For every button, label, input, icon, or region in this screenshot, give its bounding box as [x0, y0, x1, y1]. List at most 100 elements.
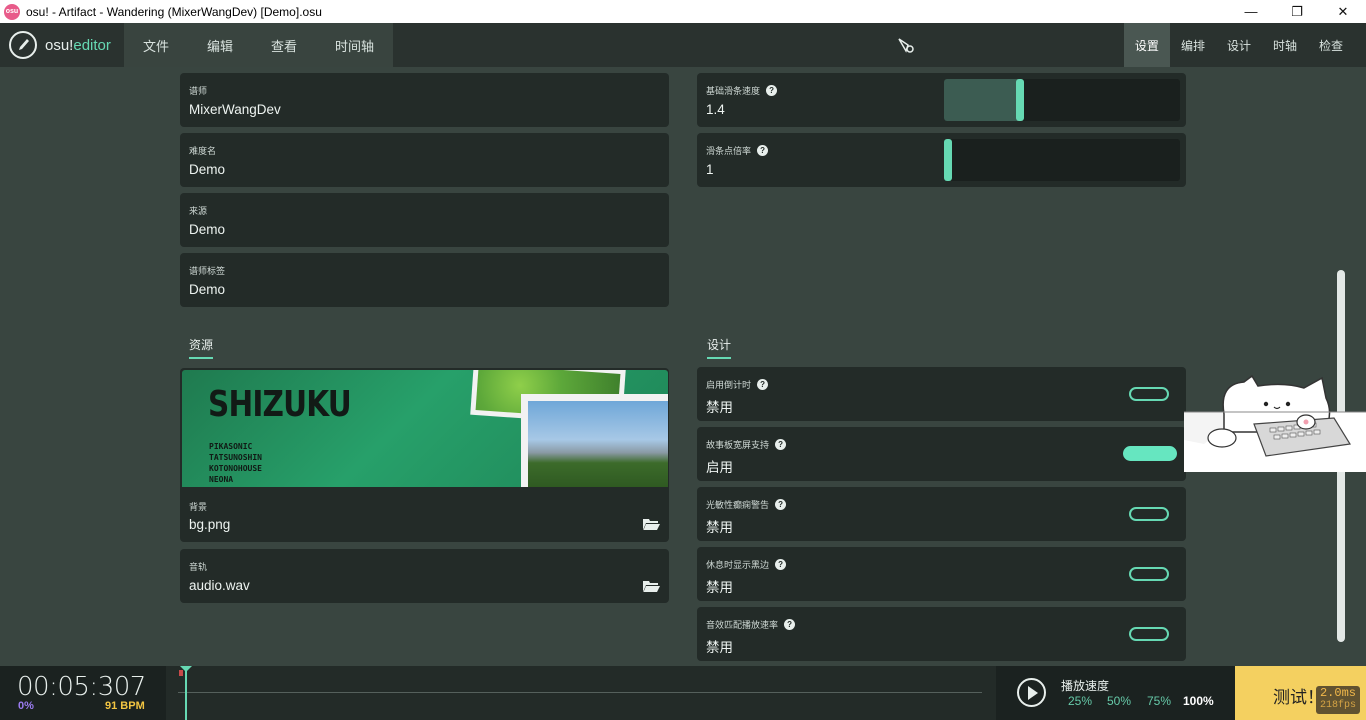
tick-rate-slider[interactable] [944, 139, 1180, 181]
countdown-toggle[interactable] [1129, 387, 1169, 401]
difficulty-name-value[interactable]: Demo [189, 162, 225, 177]
rate-option-100[interactable]: 100% [1183, 694, 1214, 708]
rate-option-50[interactable]: 50% [1107, 694, 1131, 708]
background-label: 背景 [189, 502, 208, 512]
tags-field[interactable]: 谱师标签 Demo [180, 253, 669, 307]
widescreen-toggle[interactable] [1123, 446, 1177, 461]
epilepsy-label: 光敏性癫痫警告 [706, 500, 770, 510]
maximize-button[interactable]: ❐ [1274, 0, 1320, 23]
slider-velocity-field: 基础滑条速度? 1.4 [697, 73, 1186, 127]
help-icon[interactable]: ? [775, 559, 787, 570]
tags-value[interactable]: Demo [189, 282, 225, 297]
playback-controls: 播放速度 25% 50% 75% 100% [996, 666, 1235, 720]
mode-tabs: 设置 编排 设计 时轴 检查 [1123, 23, 1354, 67]
cursor-icon [898, 38, 914, 53]
tab-timing[interactable]: 时轴 [1262, 23, 1308, 67]
osu-logo-icon [9, 31, 37, 59]
source-field[interactable]: 来源 Demo [180, 193, 669, 247]
window-controls: — ❐ ✕ [1228, 0, 1366, 23]
tab-compose[interactable]: 编排 [1170, 23, 1216, 67]
tick-rate-handle[interactable] [944, 139, 952, 181]
osu-app-icon: osu [4, 3, 20, 20]
preview-title: SHIZUKU [208, 384, 352, 425]
timeline-marker [179, 670, 183, 676]
help-icon[interactable]: ? [784, 619, 796, 630]
slider-velocity-label: 基础滑条速度 [706, 86, 761, 96]
menu-view[interactable]: 查看 [252, 23, 316, 67]
bottom-bar: 00:05:307 0% 91 BPM 播放速度 25% 50% 75% 100… [0, 666, 1366, 720]
background-preview-image: SHIZUKU PIKASONIC TATSUNOSHIN KOTONOHOUS… [182, 370, 668, 487]
menu-file[interactable]: 文件 [124, 23, 188, 67]
frame-rate: 218fps [1319, 700, 1356, 711]
help-icon[interactable]: ? [766, 85, 778, 96]
menu-timing[interactable]: 时间轴 [316, 23, 393, 67]
fps-counter: 2.0ms 218fps [1316, 686, 1360, 714]
design-option-countdown: 启用倒计时? 禁用 [697, 367, 1186, 421]
countdown-label: 启用倒计时 [706, 380, 752, 390]
timeline-track [178, 692, 982, 693]
help-icon[interactable]: ? [757, 379, 769, 390]
folder-icon[interactable] [643, 580, 660, 592]
slider-velocity-fill [944, 79, 1020, 121]
letterbox-toggle[interactable] [1129, 567, 1169, 581]
window-title: osu! - Artifact - Wandering (MixerWangDe… [26, 4, 322, 19]
samples-match-rate-value: 禁用 [706, 640, 733, 655]
design-option-widescreen: 故事板宽屏支持? 启用 [697, 427, 1186, 481]
tab-setup[interactable]: 设置 [1123, 23, 1170, 67]
samples-match-rate-label: 音效匹配播放速率 [706, 620, 779, 630]
letterbox-value: 禁用 [706, 580, 733, 595]
bpm-display: 91 BPM [105, 700, 145, 712]
difficulty-name-field[interactable]: 难度名 Demo [180, 133, 669, 187]
logo-prefix: osu! [45, 36, 74, 54]
rate-option-75[interactable]: 75% [1147, 694, 1171, 708]
osu-editor-logo: osu!editor [0, 23, 124, 67]
tick-rate-field: 滑条点倍率? 1 [697, 133, 1186, 187]
background-value: bg.png [189, 517, 231, 532]
audio-label: 音轨 [189, 562, 208, 572]
editor-topbar: osu!editor 文件 编辑 查看 时间轴 设置 编排 设计 时轴 检查 [0, 23, 1366, 67]
minimize-button[interactable]: — [1228, 0, 1274, 23]
close-button[interactable]: ✕ [1320, 0, 1366, 23]
slider-velocity-handle[interactable] [1016, 79, 1024, 121]
window-titlebar: osu osu! - Artifact - Wandering (MixerWa… [0, 0, 1366, 23]
samples-match-rate-toggle[interactable] [1129, 627, 1169, 641]
current-time[interactable]: 00:05:307 [17, 672, 146, 702]
preview-credits: PIKASONIC TATSUNOSHIN KOTONOHOUSE NEONA [209, 442, 262, 484]
source-value[interactable]: Demo [189, 222, 225, 237]
playhead[interactable] [185, 666, 187, 720]
slider-velocity-slider[interactable] [944, 79, 1180, 121]
summary-timeline[interactable] [166, 666, 996, 720]
design-option-epilepsy: 光敏性癫痫警告? 禁用 [697, 487, 1186, 541]
audio-field[interactable]: 音轨 audio.wav [180, 549, 669, 603]
creator-value[interactable]: MixerWangDev [189, 102, 281, 117]
difficulty-name-label: 难度名 [189, 146, 217, 156]
play-button[interactable] [1017, 678, 1046, 707]
logo-suffix: editor [73, 36, 111, 54]
help-icon[interactable]: ? [775, 439, 787, 450]
frame-time: 2.0ms [1319, 686, 1356, 700]
countdown-value: 禁用 [706, 400, 733, 415]
progress-percent: 0% [18, 700, 34, 712]
widescreen-value: 启用 [706, 460, 733, 475]
letterbox-label: 休息时显示黑边 [706, 560, 770, 570]
creator-field[interactable]: 谱师 MixerWangDev [180, 73, 669, 127]
slider-velocity-value: 1.4 [706, 102, 725, 117]
resources-section-title: 资源 [189, 338, 214, 359]
tags-label: 谱师标签 [189, 266, 226, 276]
tick-rate-value: 1 [706, 162, 714, 177]
folder-icon[interactable] [643, 518, 660, 530]
bongo-cat-overlay [1184, 374, 1366, 472]
help-icon[interactable]: ? [775, 499, 787, 510]
creator-label: 谱师 [189, 86, 208, 96]
tab-verify[interactable]: 检查 [1308, 23, 1354, 67]
rate-option-25[interactable]: 25% [1068, 694, 1092, 708]
tab-design[interactable]: 设计 [1216, 23, 1262, 67]
widescreen-label: 故事板宽屏支持 [706, 440, 770, 450]
audio-value: audio.wav [189, 578, 250, 593]
design-option-letterbox: 休息时显示黑边? 禁用 [697, 547, 1186, 601]
menu-edit[interactable]: 编辑 [188, 23, 252, 67]
help-icon[interactable]: ? [757, 145, 769, 156]
design-option-samples-match-rate: 音效匹配播放速率? 禁用 [697, 607, 1186, 661]
epilepsy-value: 禁用 [706, 520, 733, 535]
epilepsy-toggle[interactable] [1129, 507, 1169, 521]
